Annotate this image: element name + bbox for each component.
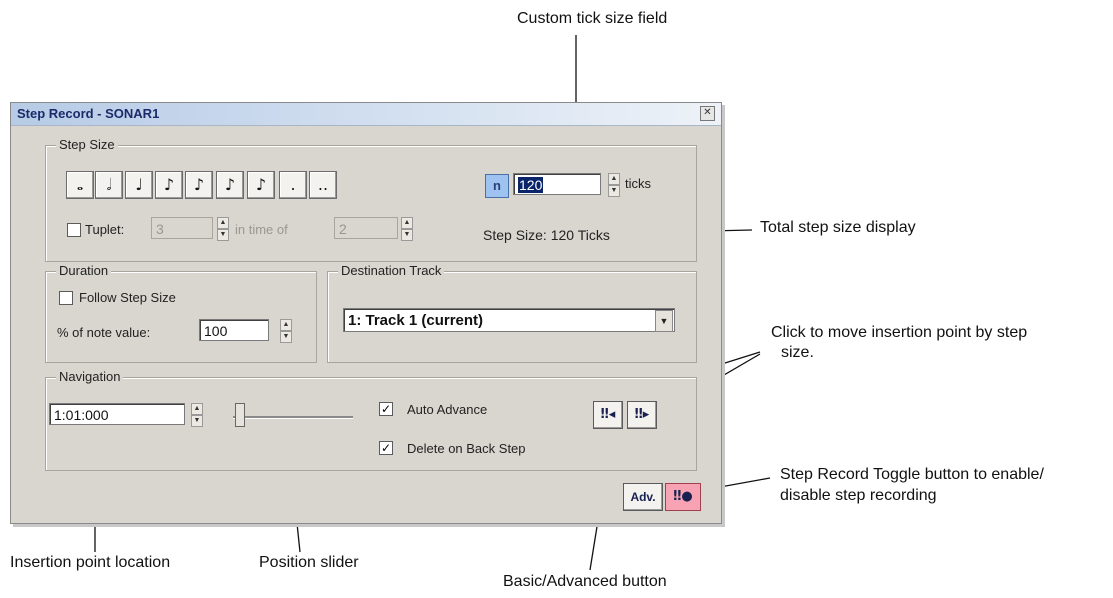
delete-back-label: Delete on Back Step — [407, 441, 526, 456]
spin-down-icon[interactable]: ▼ — [608, 185, 620, 197]
tick-spinner[interactable]: ▲ ▼ — [608, 173, 620, 197]
auto-advance-checkbox[interactable]: ✓ — [379, 402, 393, 416]
callout-toggle-1: Step Record Toggle button to enable/ — [780, 466, 1044, 483]
tuplet-input[interactable]: 3 — [151, 217, 213, 239]
thirty-second-note-button[interactable]: ♪ — [216, 171, 244, 199]
whole-note-button[interactable]: 𝅝 — [66, 171, 94, 199]
callout-click-move-1: Click to move insertion point by step — [771, 324, 1028, 341]
sixteenth-note-button[interactable]: ♪ — [185, 171, 213, 199]
in-time-of-label: in time of — [235, 222, 288, 237]
double-dotted-button[interactable]: .. — [309, 171, 337, 199]
callout-click-move-2: size. — [781, 344, 814, 361]
eighth-note-button[interactable]: ♪ — [155, 171, 183, 199]
title-bar[interactable]: Step Record - SONAR1 ✕ — [11, 103, 721, 126]
destination-legend: Destination Track — [338, 263, 445, 278]
callout-toggle-2: disable step recording — [780, 487, 937, 504]
custom-tick-input[interactable]: 120 — [513, 173, 601, 195]
destination-track-select[interactable]: 1: Track 1 (current) ▼ — [343, 308, 675, 332]
custom-n-button[interactable]: n — [485, 174, 509, 198]
step-record-dialog: Step Record - SONAR1 ✕ Step Size 𝅝 𝅗𝅥 ♩ … — [10, 102, 722, 524]
callout-slider: Position slider — [259, 554, 359, 571]
position-slider-track[interactable] — [233, 416, 353, 419]
dotted-button[interactable]: . — [279, 171, 307, 199]
callout-total-step: Total step size display — [760, 219, 916, 236]
spin-up-icon[interactable]: ▲ — [217, 217, 229, 229]
tuplet-spinner[interactable]: ▲ ▼ — [217, 217, 229, 241]
ticks-label: ticks — [625, 176, 651, 191]
dialog-title: Step Record - SONAR1 — [17, 106, 160, 121]
callout-basic-adv: Basic/Advanced button — [503, 573, 667, 590]
step-size-legend: Step Size — [56, 137, 118, 152]
spin-up-icon[interactable]: ▲ — [191, 403, 203, 415]
destination-track-value: 1: Track 1 (current) — [348, 312, 484, 329]
step-forward-button[interactable]: ‼▸ — [627, 401, 657, 429]
pct-note-label: % of note value: — [57, 325, 151, 340]
auto-advance-label: Auto Advance — [407, 402, 488, 417]
tuplet-checkbox[interactable] — [67, 223, 81, 237]
position-slider-thumb[interactable] — [235, 403, 245, 427]
step-back-button[interactable]: ‼◂ — [593, 401, 623, 429]
pct-note-input[interactable]: 100 — [199, 319, 269, 341]
navigation-legend: Navigation — [56, 369, 124, 384]
spin-down-icon[interactable]: ▼ — [217, 229, 229, 241]
tuplet-label: Tuplet: — [85, 222, 125, 237]
step-record-toggle-button[interactable]: ‼● — [665, 483, 701, 511]
spin-down-icon[interactable]: ▼ — [401, 229, 413, 241]
spin-up-icon[interactable]: ▲ — [280, 319, 292, 331]
follow-step-label: Follow Step Size — [79, 290, 176, 305]
close-button[interactable]: ✕ — [700, 106, 715, 121]
delete-back-checkbox[interactable]: ✓ — [379, 441, 393, 455]
sixty-fourth-note-button[interactable]: ♪ — [247, 171, 275, 199]
pct-note-spinner[interactable]: ▲ ▼ — [280, 319, 292, 343]
half-note-button[interactable]: 𝅗𝅥 — [95, 171, 123, 199]
tuplet-of-spinner[interactable]: ▲ ▼ — [401, 217, 413, 241]
quarter-note-button[interactable]: ♩ — [125, 171, 153, 199]
chevron-down-icon[interactable]: ▼ — [655, 310, 673, 332]
callout-custom-tick: Custom tick size field — [517, 10, 668, 27]
spin-up-icon[interactable]: ▲ — [608, 173, 620, 185]
spin-down-icon[interactable]: ▼ — [191, 415, 203, 427]
tuplet-of-input[interactable]: 2 — [334, 217, 398, 239]
duration-group: Duration — [45, 263, 317, 363]
insertion-point-input[interactable]: 1:01:000 — [49, 403, 185, 425]
spin-down-icon[interactable]: ▼ — [280, 331, 292, 343]
duration-legend: Duration — [56, 263, 112, 278]
custom-tick-value: 120 — [518, 177, 544, 193]
step-size-display: Step Size: 120 Ticks — [483, 227, 610, 243]
callout-insertion: Insertion point location — [10, 554, 171, 571]
insertion-spinner[interactable]: ▲ ▼ — [191, 403, 203, 427]
adv-button[interactable]: Adv. — [623, 483, 663, 511]
step-size-group: Step Size — [45, 137, 697, 262]
follow-step-checkbox[interactable] — [59, 291, 73, 305]
spin-up-icon[interactable]: ▲ — [401, 217, 413, 229]
